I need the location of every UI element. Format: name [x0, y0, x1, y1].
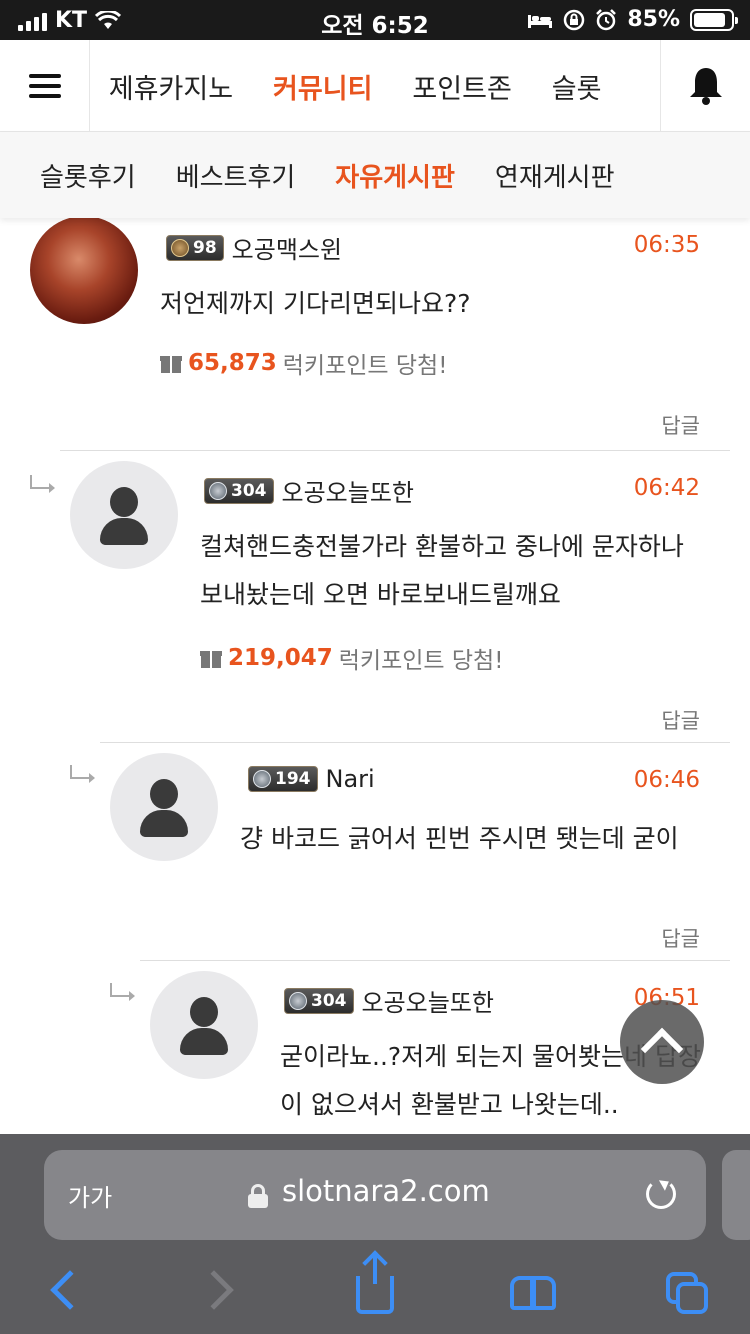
username[interactable]: 오공오늘또한	[282, 473, 414, 508]
browser-bar: 가가 slotnara2.com	[0, 1134, 750, 1334]
hamburger-icon	[28, 74, 61, 98]
reply-arrow-icon	[70, 765, 95, 783]
lucky-point-notice: 219,047 럭키포인트 당첨!	[200, 641, 503, 675]
comment-text: 걍 바코드 긁어서 핀번 주시면 됏는데 굳이	[240, 824, 679, 853]
username[interactable]: Nari	[326, 765, 375, 793]
subtab-free-board[interactable]: 자유게시판	[335, 157, 455, 194]
level-badge: 194	[248, 766, 318, 792]
avatar[interactable]	[70, 461, 178, 569]
lock-icon	[248, 1184, 268, 1208]
comment-item: 98 오공맥스윈 06:35 저언제까지 기다리면되나요?? 65,873 럭키…	[20, 218, 730, 450]
alarm-icon	[596, 8, 617, 30]
lucky-points: 219,047	[228, 645, 333, 671]
avatar[interactable]	[110, 753, 218, 861]
battery-icon	[690, 8, 738, 31]
comment-time: 06:46	[633, 767, 700, 793]
reply-arrow-icon	[110, 983, 135, 1001]
username[interactable]: 오공오늘또한	[362, 983, 494, 1018]
url-text[interactable]: slotnara2.com	[282, 1174, 490, 1208]
notification-button[interactable]	[660, 40, 750, 132]
gift-icon	[200, 648, 222, 668]
bookmarks-icon[interactable]	[510, 1276, 558, 1310]
sub-nav: 슬롯후기 베스트후기 자유게시판 연재게시판	[0, 132, 750, 218]
subtab-best-review[interactable]: 베스트후기	[176, 157, 296, 194]
reply-arrow-icon	[30, 475, 55, 493]
username[interactable]: 오공맥스윈	[232, 230, 342, 265]
bell-icon	[689, 68, 722, 105]
chevron-up-icon	[640, 1027, 684, 1071]
battery-percent: 85%	[627, 7, 680, 32]
lucky-points: 65,873	[188, 350, 277, 376]
tab-point-zone[interactable]: 포인트존	[412, 67, 511, 106]
comment-text: 컬쳐핸드충전불가라 환불하고 중나에 문자하나 보내놨는데 오면 바로보내드릴깨…	[200, 532, 684, 609]
subtab-slot-review[interactable]: 슬롯후기	[40, 157, 136, 194]
text-size-button[interactable]: 가가	[68, 1178, 112, 1213]
level-badge: 98	[166, 234, 224, 261]
back-icon[interactable]	[50, 1270, 90, 1310]
reply-button[interactable]: 답글	[661, 410, 700, 440]
reply-button[interactable]: 답글	[661, 705, 700, 735]
share-icon[interactable]	[356, 1254, 394, 1314]
top-nav: 인 제휴카지노 커뮤니티 포인트존 슬롯	[0, 40, 750, 132]
menu-button[interactable]	[0, 40, 90, 132]
lucky-point-notice: 65,873 럭키포인트 당첨!	[160, 346, 447, 380]
avatar[interactable]	[30, 218, 138, 324]
address-bar[interactable]: 가가 slotnara2.com	[44, 1150, 706, 1240]
tab-community[interactable]: 커뮤니티	[273, 67, 372, 106]
comment-item: 194 Nari 06:46 걍 바코드 긁어서 핀번 주시면 됏는데 굳이 답…	[70, 742, 730, 960]
comment-time: 06:35	[633, 232, 700, 258]
orientation-lock-icon	[564, 9, 585, 30]
scroll-top-button[interactable]	[620, 1000, 704, 1084]
status-bar: KT 오전 6:52 85%	[0, 0, 750, 40]
comment-text: 저언제까지 기다리면되나요??	[160, 289, 471, 318]
top-nav-tabs: 인 제휴카지노 커뮤니티 포인트존 슬롯	[90, 40, 660, 132]
comment-time: 06:42	[633, 475, 700, 501]
avatar[interactable]	[150, 971, 258, 1079]
comment-item: 304 오공오늘또한 06:42 컬쳐핸드충전불가라 환불하고 중나에 문자하나…	[30, 450, 730, 742]
tab-partner-casino[interactable]: 제휴카지노	[109, 67, 233, 106]
browser-toolbar	[0, 1254, 750, 1334]
gift-icon	[160, 353, 182, 373]
tabs-icon[interactable]	[666, 1272, 710, 1314]
reply-button[interactable]: 답글	[661, 923, 700, 953]
comment-list: 98 오공맥스윈 06:35 저언제까지 기다리면되나요?? 65,873 럭키…	[0, 218, 750, 1134]
level-badge: 304	[284, 987, 354, 1014]
tab-slot[interactable]: 슬롯	[552, 67, 602, 106]
level-badge: 304	[204, 477, 274, 504]
lucky-label: 럭키포인트 당첨!	[282, 353, 448, 379]
lucky-label: 럭키포인트 당첨!	[338, 648, 504, 674]
subtab-serial-board[interactable]: 연재게시판	[495, 157, 615, 194]
forward-icon[interactable]	[194, 1270, 234, 1310]
next-tab-preview[interactable]	[722, 1150, 750, 1240]
bed-icon	[528, 14, 553, 28]
reload-icon[interactable]	[646, 1179, 676, 1209]
